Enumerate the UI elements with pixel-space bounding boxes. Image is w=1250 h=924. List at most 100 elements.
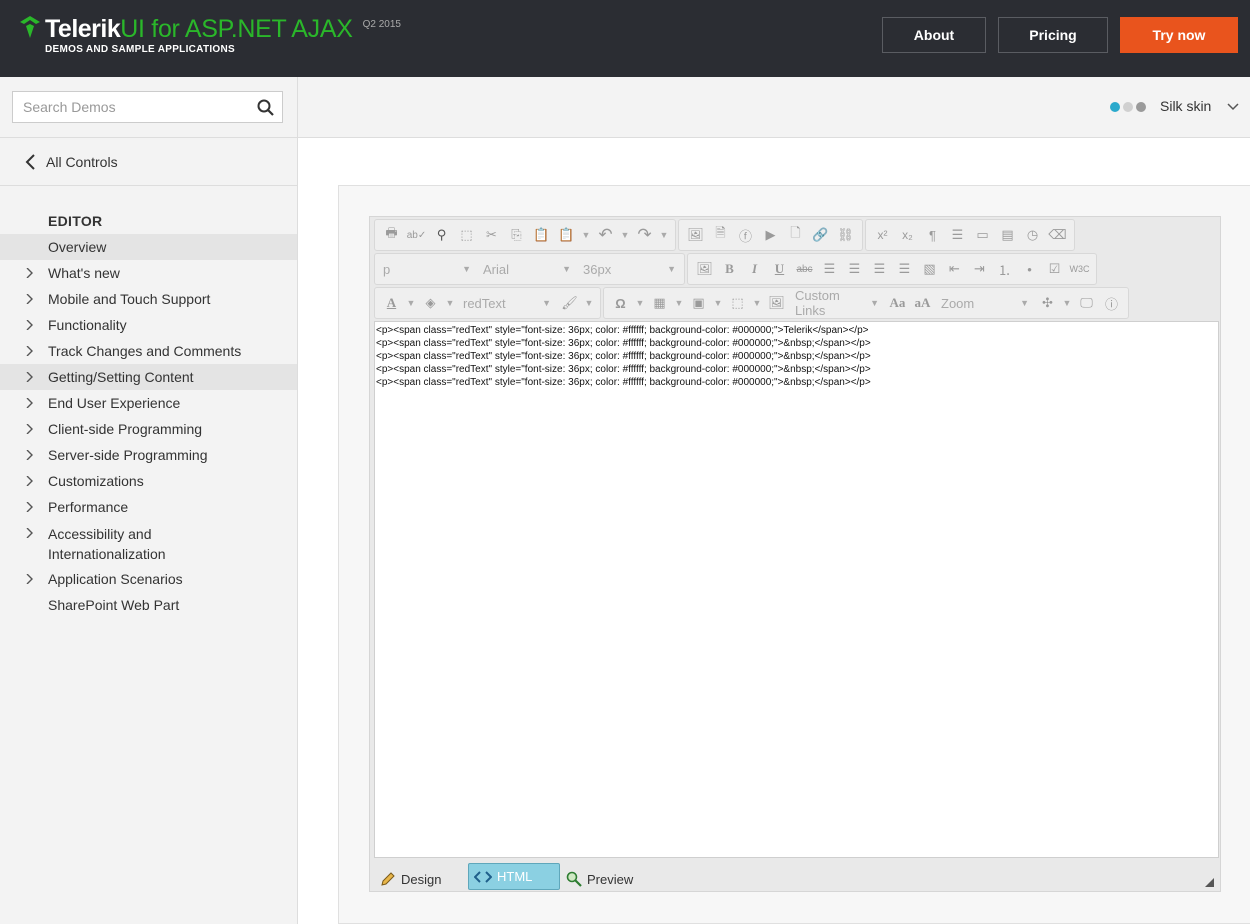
remove-alignment-icon[interactable]: ▧ <box>917 258 942 280</box>
about-dialog-icon[interactable]: ⓘ <box>1099 292 1124 314</box>
modules-dropdown-icon[interactable]: ▼ <box>1060 292 1074 314</box>
sidebar-item-track-changes[interactable]: Track Changes and Comments <box>0 338 297 364</box>
paragraph-icon[interactable]: ¶ <box>920 224 945 246</box>
sidebar-item-server-side[interactable]: Server-side Programming <box>0 442 297 468</box>
find-replace-icon[interactable]: ⚲ <box>429 224 454 246</box>
format-code-icon[interactable]: ☰ <box>945 224 970 246</box>
insert-table-icon[interactable]: ▦ <box>647 292 672 314</box>
sidebar-item-getting-setting-content[interactable]: Getting/Setting Content <box>0 364 297 390</box>
align-left-icon[interactable]: ☰ <box>817 258 842 280</box>
image-manager-icon[interactable]: 🖼 <box>683 224 708 246</box>
sidebar-item-mobile-touch[interactable]: Mobile and Touch Support <box>0 286 297 312</box>
sidebar-item-functionality[interactable]: Functionality <box>0 312 297 338</box>
font-name-dropdown[interactable]: Arial ▼ <box>477 258 577 280</box>
unordered-list-icon[interactable]: • <box>1017 258 1042 280</box>
try-now-button[interactable]: Try now <box>1120 17 1238 53</box>
align-center-icon[interactable]: ☰ <box>842 258 867 280</box>
insert-form-icon[interactable]: ▤ <box>995 224 1020 246</box>
format-painter-dropdown-icon[interactable]: ▼ <box>582 292 596 314</box>
xhtml-validator-icon[interactable]: W3C <box>1067 258 1092 280</box>
sidebar-item-application-scenarios[interactable]: Application Scenarios <box>0 566 297 592</box>
sidebar-item-client-side[interactable]: Client-side Programming <box>0 416 297 442</box>
custom-dropdown-icon[interactable]: ▼ <box>750 292 764 314</box>
strikethrough-icon[interactable]: abc <box>792 258 817 280</box>
table-dropdown-icon[interactable]: ▼ <box>672 292 686 314</box>
font-size-dropdown[interactable]: 36px ▼ <box>577 258 682 280</box>
sidebar-item-end-user-experience[interactable]: End User Experience <box>0 390 297 416</box>
insert-image-icon[interactable]: 🖼 <box>764 292 789 314</box>
hyperlink-manager-icon[interactable]: 🔗 <box>808 224 833 246</box>
unlink-icon[interactable]: ⛓ <box>833 224 858 246</box>
superscript-icon[interactable]: x² <box>870 224 895 246</box>
copy-icon[interactable]: ⎘ <box>504 224 529 246</box>
bold-icon[interactable]: B <box>717 258 742 280</box>
italic-icon[interactable]: I <box>742 258 767 280</box>
paste-options-icon[interactable]: 📋 <box>554 224 579 246</box>
undo-dropdown-icon[interactable]: ▼ <box>618 224 632 246</box>
search-icon[interactable] <box>257 99 274 116</box>
sidebar-item-accessibility[interactable]: Accessibility and Internationalization <box>0 520 230 566</box>
zoom-dropdown[interactable]: Zoom ▼ <box>935 292 1035 314</box>
print-icon[interactable]: 🖶 <box>379 224 404 246</box>
snippet-dropdown-icon[interactable]: ▼ <box>711 292 725 314</box>
sidebar-item-performance[interactable]: Performance <box>0 494 297 520</box>
paste-icon[interactable]: 📋 <box>529 224 554 246</box>
undo-icon[interactable]: ↶ <box>593 224 618 246</box>
redo-dropdown-icon[interactable]: ▼ <box>657 224 671 246</box>
design-mode-button[interactable]: Design <box>380 867 441 891</box>
redo-icon[interactable]: ↷ <box>632 224 657 246</box>
preview-mode-button[interactable]: Preview <box>566 867 633 891</box>
convert-to-upper-icon[interactable]: Aa <box>885 292 910 314</box>
select-all-icon[interactable]: ⬚ <box>454 224 479 246</box>
html-source-area[interactable]: <p><span class="redText" style="font-siz… <box>374 321 1219 858</box>
subscript-icon[interactable]: x₂ <box>895 224 920 246</box>
toggle-table-border-icon[interactable]: ☑ <box>1042 258 1067 280</box>
pricing-button[interactable]: Pricing <box>998 17 1108 53</box>
resize-handle-icon[interactable] <box>1205 878 1214 887</box>
sidebar-item-customizations[interactable]: Customizations <box>0 468 297 494</box>
skin-selector[interactable]: Silk skin <box>1160 98 1211 114</box>
about-button[interactable]: About <box>882 17 986 53</box>
template-manager-icon[interactable]: 🗋 <box>783 224 808 246</box>
convert-to-lower-icon[interactable]: aA <box>910 292 935 314</box>
fullscreen-icon[interactable]: 🖵 <box>1074 292 1099 314</box>
back-color-icon[interactable]: ◈ <box>418 292 443 314</box>
spellcheck-icon[interactable]: ab✓ <box>404 224 429 246</box>
fore-color-dropdown-icon[interactable]: ▼ <box>404 292 418 314</box>
format-block-dropdown[interactable]: p ▼ <box>377 258 477 280</box>
cut-icon[interactable]: ✂ <box>479 224 504 246</box>
modules-icon[interactable]: ✣ <box>1035 292 1060 314</box>
symbol-dropdown-icon[interactable]: ▼ <box>633 292 647 314</box>
underline-icon[interactable]: U <box>767 258 792 280</box>
html-mode-button[interactable]: HTML <box>468 863 560 890</box>
format-painter-icon[interactable]: 🖌 <box>557 292 582 314</box>
insert-symbol-icon[interactable]: Ω <box>608 292 633 314</box>
custom-links-dropdown[interactable]: Custom Links ▼ <box>789 288 885 318</box>
paste-dropdown-icon[interactable]: ▼ <box>579 224 593 246</box>
insert-snippet-icon[interactable]: ▣ <box>686 292 711 314</box>
image-properties-icon[interactable]: 🖼 <box>692 258 717 280</box>
align-right-icon[interactable]: ☰ <box>867 258 892 280</box>
document-manager-icon[interactable]: 🗎 <box>708 224 733 246</box>
indent-icon[interactable]: ⇥ <box>967 258 992 280</box>
flash-manager-icon[interactable]: ⓕ <box>733 224 758 246</box>
chevron-down-icon[interactable] <box>1227 103 1239 111</box>
sidebar-item-whats-new[interactable]: What's new <box>0 260 297 286</box>
outdent-icon[interactable]: ⇤ <box>942 258 967 280</box>
all-controls-link[interactable]: All Controls <box>24 151 118 173</box>
horizontal-rule-icon[interactable]: ▭ <box>970 224 995 246</box>
sidebar-item-overview[interactable]: Overview <box>0 234 297 260</box>
justify-icon[interactable]: ☰ <box>892 258 917 280</box>
css-class-dropdown[interactable]: redText ▼ <box>457 292 557 314</box>
fore-color-icon[interactable]: A <box>379 292 404 314</box>
insert-custom-icon[interactable]: ⬚ <box>725 292 750 314</box>
ordered-list-icon[interactable]: ⒈ <box>992 258 1017 280</box>
back-color-dropdown-icon[interactable]: ▼ <box>443 292 457 314</box>
sidebar-item-label: Functionality <box>48 317 127 333</box>
sidebar-item-sharepoint[interactable]: SharePoint Web Part <box>0 592 297 618</box>
media-manager-icon[interactable]: ▶ <box>758 224 783 246</box>
search-input[interactable] <box>13 92 243 122</box>
telerik-logo[interactable]: Telerik UI for ASP.NET AJAX Q2 2015 <box>18 14 401 44</box>
format-stripper-icon[interactable]: ⌫ <box>1045 224 1070 246</box>
insert-date-icon[interactable]: ◷ <box>1020 224 1045 246</box>
